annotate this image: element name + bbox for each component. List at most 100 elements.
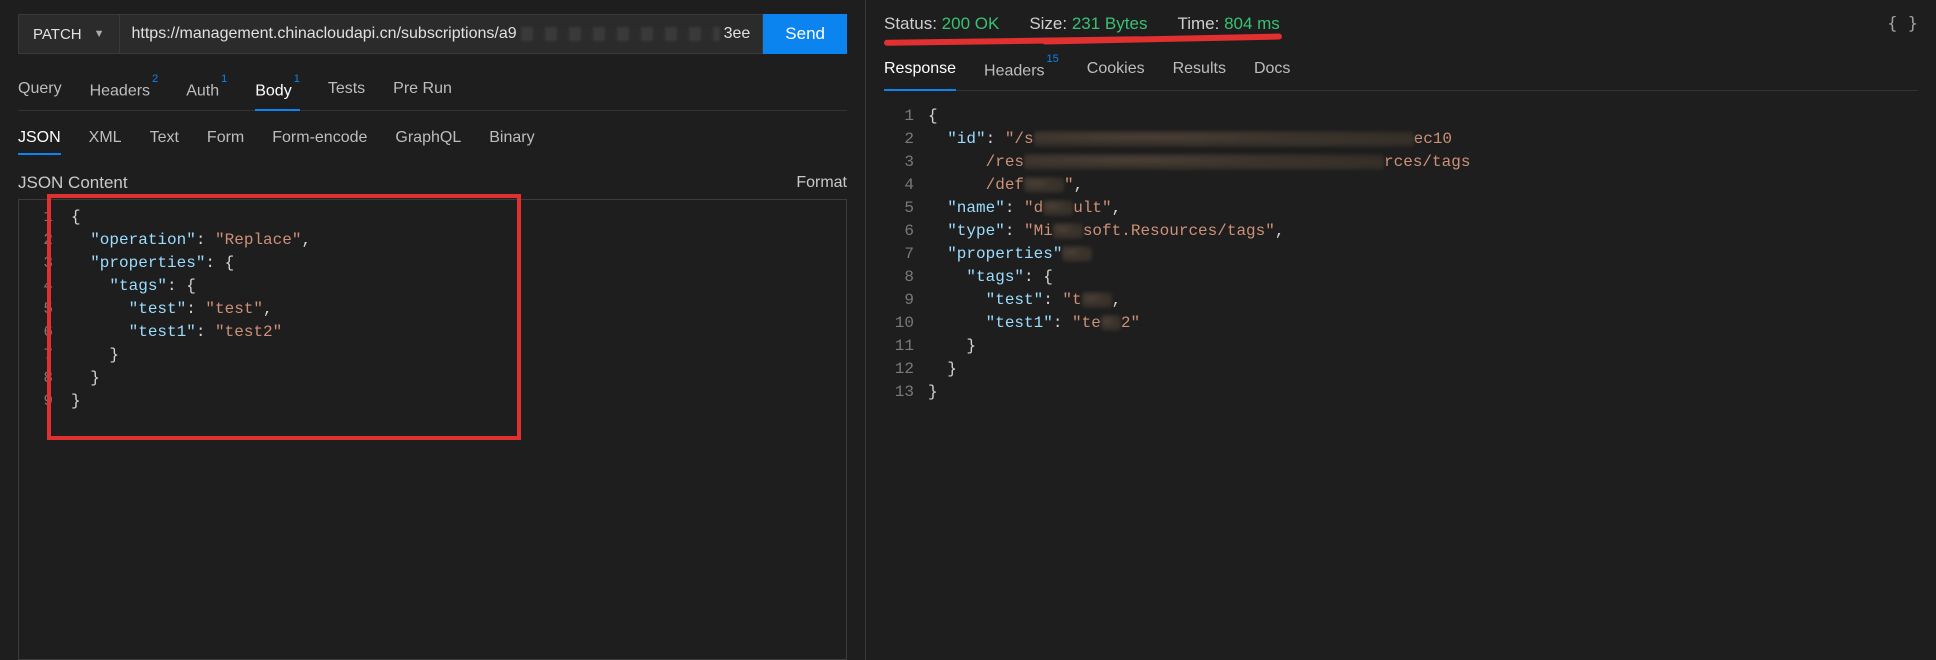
line-number: 3: [19, 252, 71, 275]
code-text: }: [71, 390, 81, 413]
url-suffix: 3ee: [724, 25, 751, 43]
status-value: 200 OK: [942, 14, 1000, 33]
code-line: 3 "properties": {: [19, 252, 846, 275]
redacted-region: [1101, 315, 1121, 331]
code-line: 10 "test1": "te2": [884, 312, 1918, 335]
redacted-region: [1043, 200, 1073, 216]
send-button[interactable]: Send: [763, 14, 847, 54]
body-subtab-xml[interactable]: XML: [89, 125, 122, 155]
line-number: 12: [884, 358, 928, 381]
badge: 1: [294, 73, 300, 85]
code-text: "properties": [928, 243, 1092, 266]
code-line: 11 }: [884, 335, 1918, 358]
code-line: 7 "properties": [884, 243, 1918, 266]
line-number: 2: [884, 128, 928, 151]
tab-results[interactable]: Results: [1173, 54, 1226, 90]
code-text: "tags": {: [928, 266, 1053, 289]
tab-auth[interactable]: Auth1: [186, 74, 227, 110]
code-text: {: [71, 206, 81, 229]
response-status-line: Status: 200 OK Size: 231 Bytes Time: 804…: [884, 14, 1918, 34]
line-number: 3: [884, 151, 928, 174]
code-line: 5 "test": "test",: [19, 298, 846, 321]
code-text: "type": "Misoft.Resources/tags",: [928, 220, 1284, 243]
code-line: 7 }: [19, 344, 846, 367]
code-text: "test": "t,: [928, 289, 1121, 312]
time-label: Time:: [1177, 14, 1219, 33]
tab-headers[interactable]: Headers15: [984, 54, 1059, 90]
tab-body[interactable]: Body1: [255, 74, 300, 110]
line-number: 1: [884, 105, 928, 128]
code-text: {: [928, 105, 938, 128]
line-number: 2: [19, 229, 71, 252]
response-tabs: Response Headers15 Cookies Results Docs: [884, 54, 1918, 91]
code-text: }: [928, 381, 938, 404]
annotation-underline: [1042, 33, 1282, 44]
line-number: 8: [884, 266, 928, 289]
body-subtab-form-encode[interactable]: Form-encode: [272, 125, 367, 155]
code-line: 8 "tags": {: [884, 266, 1918, 289]
tab-query[interactable]: Query: [18, 74, 62, 110]
code-line: 13}: [884, 381, 1918, 404]
code-text: "operation": "Replace",: [71, 229, 311, 252]
braces-icon[interactable]: { }: [1887, 14, 1918, 34]
chevron-down-icon: ▼: [94, 28, 105, 40]
body-subtab-text[interactable]: Text: [150, 125, 179, 155]
code-line: 4 /def",: [884, 174, 1918, 197]
redacted-region: [1034, 131, 1414, 147]
redacted-region: [1024, 177, 1064, 193]
tab-docs[interactable]: Docs: [1254, 54, 1290, 90]
body-subtab-json[interactable]: JSON: [18, 125, 61, 155]
body-subtab-form[interactable]: Form: [207, 125, 244, 155]
url-input[interactable]: https://management.chinacloudapi.cn/subs…: [119, 14, 764, 54]
code-line: 1{: [884, 105, 1918, 128]
http-method-select[interactable]: PATCH ▼: [18, 14, 119, 54]
code-text: "test": "test",: [71, 298, 273, 321]
code-line: 3 /resrces/tags: [884, 151, 1918, 174]
time-value: 804 ms: [1224, 14, 1280, 33]
line-number: 6: [884, 220, 928, 243]
tab-cookies[interactable]: Cookies: [1087, 54, 1145, 90]
code-line: 5 "name": "dult",: [884, 197, 1918, 220]
response-body-viewer[interactable]: 1{2 "id": "/sec103 /resrces/tags4 /def",…: [884, 105, 1918, 660]
request-tabs: Query Headers2 Auth1 Body1 Tests Pre Run: [18, 74, 847, 111]
tab-tests[interactable]: Tests: [328, 74, 365, 110]
http-method-value: PATCH: [33, 26, 82, 43]
code-text: "tags": {: [71, 275, 196, 298]
code-line: 4 "tags": {: [19, 275, 846, 298]
redacted-region: [1062, 246, 1092, 262]
code-text: }: [928, 335, 976, 358]
tab-pre-run[interactable]: Pre Run: [393, 74, 452, 110]
code-line: 8 }: [19, 367, 846, 390]
format-button[interactable]: Format: [796, 174, 847, 192]
line-number: 7: [19, 344, 71, 367]
code-line: 6 "test1": "test2": [19, 321, 846, 344]
line-number: 4: [19, 275, 71, 298]
code-line: 12 }: [884, 358, 1918, 381]
line-number: 4: [884, 174, 928, 197]
body-subtab-binary[interactable]: Binary: [489, 125, 534, 155]
code-line: 6 "type": "Misoft.Resources/tags",: [884, 220, 1918, 243]
redacted-region: [1053, 223, 1083, 239]
tab-headers[interactable]: Headers2: [90, 74, 159, 110]
line-number: 5: [19, 298, 71, 321]
size-label: Size:: [1029, 14, 1067, 33]
line-number: 10: [884, 312, 928, 335]
request-body-editor[interactable]: 1{2 "operation": "Replace",3 "properties…: [18, 199, 847, 660]
line-number: 5: [884, 197, 928, 220]
code-text: }: [928, 358, 957, 381]
tab-response[interactable]: Response: [884, 54, 956, 90]
body-subtab-graphql[interactable]: GraphQL: [395, 125, 461, 155]
redacted-region: [1024, 154, 1384, 170]
code-line: 1{: [19, 206, 846, 229]
content-label: JSON Content: [18, 173, 128, 193]
badge: 15: [1047, 53, 1059, 65]
badge: 2: [152, 73, 158, 85]
url-prefix: https://management.chinacloudapi.cn/subs…: [132, 25, 517, 43]
code-text: }: [71, 367, 100, 390]
line-number: 8: [19, 367, 71, 390]
body-type-tabs: JSON XML Text Form Form-encode GraphQL Binary: [18, 125, 847, 155]
line-number: 9: [19, 390, 71, 413]
redacted-region: [521, 27, 720, 41]
code-text: "properties": {: [71, 252, 234, 275]
status-label: Status:: [884, 14, 937, 33]
